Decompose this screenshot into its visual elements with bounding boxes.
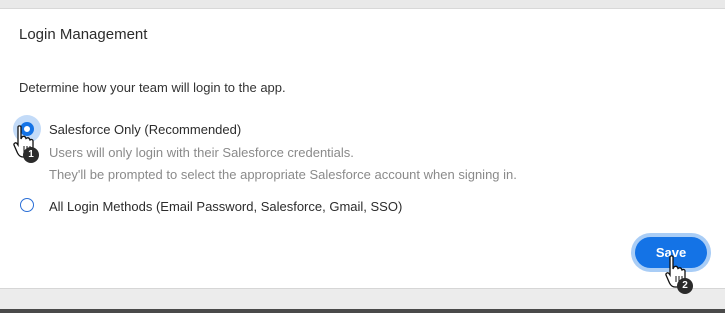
- cursor-step-1-label: 1: [28, 149, 34, 160]
- bottom-band: [0, 289, 725, 309]
- cursor-step-badge-1: 1: [23, 147, 39, 163]
- option-salesforce-only-help-2: They'll be prompted to select the approp…: [49, 167, 517, 182]
- option-salesforce-only-help-1: Users will only login with their Salesfo…: [49, 145, 354, 160]
- option-all-login-methods-label[interactable]: All Login Methods (Email Password, Sales…: [49, 199, 402, 214]
- radio-all-login-methods[interactable]: [20, 198, 34, 212]
- section-description: Determine how your team will login to th…: [19, 80, 286, 95]
- cursor-step-badge-2: 2: [677, 278, 693, 294]
- bottom-edge: [0, 309, 725, 313]
- cursor-step-2-label: 2: [682, 280, 688, 291]
- option-salesforce-only-label[interactable]: Salesforce Only (Recommended): [49, 122, 241, 137]
- section-title: Login Management: [19, 26, 148, 43]
